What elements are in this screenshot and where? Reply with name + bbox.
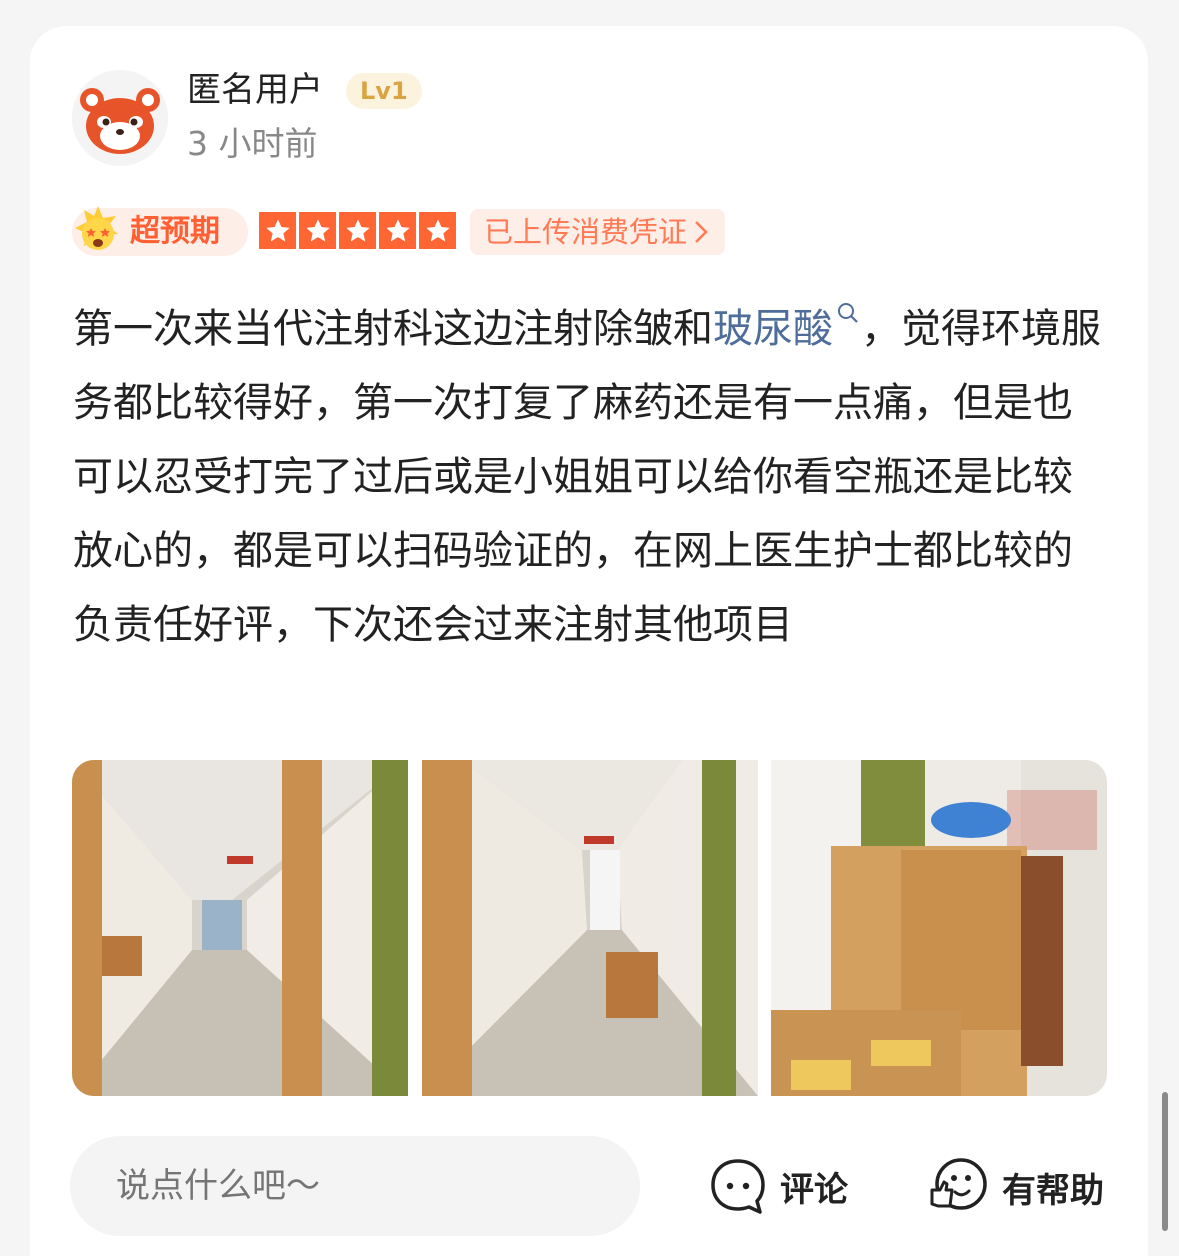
- comment-button[interactable]: 评论: [708, 1156, 848, 1216]
- helpful-label: 有帮助: [1002, 1170, 1104, 1211]
- chevron-right-icon: [695, 221, 708, 243]
- scrollbar[interactable]: [1162, 1092, 1168, 1231]
- helpful-button[interactable]: 有帮助: [928, 1156, 1104, 1218]
- review-text: 第一次来当代注射科这边注射除皱和玻尿酸 ，觉得环境服务都比较得好，第一次打复了麻药…: [73, 292, 1103, 662]
- search-icon: [838, 303, 858, 323]
- star-struck-emoji-icon: [75, 206, 118, 250]
- receipt-label: 已上传消费凭证: [484, 215, 688, 249]
- review-text-part2: ，觉得环境服务都比较得好，第一次打复了麻药还是有一点痛，但是也可以忍受打完了过后…: [73, 306, 1101, 648]
- receipt-tag[interactable]: 已上传消费凭证: [470, 209, 726, 255]
- shoe-cabinet-photo: [771, 760, 1107, 1096]
- username[interactable]: 匿名用户: [187, 70, 323, 110]
- post-time: 3 小时前: [187, 124, 318, 163]
- level-badge: Lv1: [346, 73, 422, 109]
- corridor-photo-1: [72, 760, 408, 1096]
- rating-star-icon: [339, 212, 376, 249]
- review-photo-3[interactable]: [771, 760, 1107, 1096]
- rating-star-icon: [299, 212, 336, 249]
- comment-bubble-icon: [711, 1159, 765, 1214]
- rating-stars: [259, 212, 456, 249]
- comment-label: 评论: [780, 1169, 848, 1210]
- exceed-expectation-tag: 超预期: [72, 206, 248, 256]
- rating-star-icon: [379, 212, 416, 249]
- thumbs-up-face-icon: [930, 1158, 987, 1210]
- rating-star-icon: [419, 212, 456, 249]
- rating-star-icon: [259, 212, 296, 249]
- corridor-photo-2: [422, 760, 758, 1096]
- review-photo-2[interactable]: [422, 760, 758, 1096]
- user-avatar[interactable]: [72, 70, 168, 166]
- exceed-label: 超预期: [130, 214, 220, 249]
- red-panda-avatar: [72, 70, 168, 166]
- comment-input[interactable]: [70, 1136, 640, 1236]
- review-text-part1: 第一次来当代注射科这边注射除皱和: [73, 306, 713, 352]
- review-photo-1[interactable]: [72, 760, 408, 1096]
- keyword-link[interactable]: 玻尿酸: [713, 306, 833, 352]
